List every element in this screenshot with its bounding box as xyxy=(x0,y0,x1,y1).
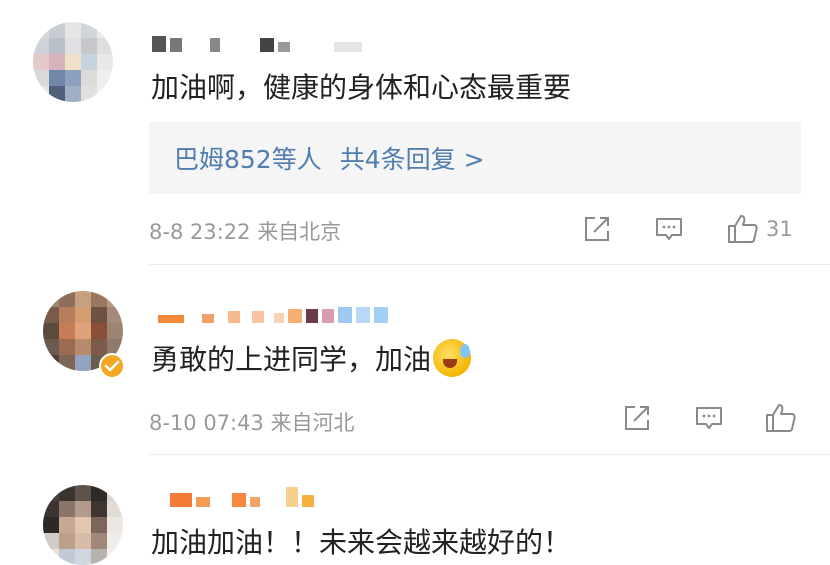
like-button[interactable] xyxy=(764,402,798,434)
username-redacted[interactable] xyxy=(170,485,314,507)
share-icon xyxy=(625,406,649,430)
comment-text-content: 勇敢的上进同学，加油 xyxy=(151,343,432,376)
comment-text: 加油加油！！未来会越来越好的！ xyxy=(151,526,572,559)
comment-item: 勇敢的上进同学，加油 8-10 07:43 来自河北 xyxy=(0,265,830,455)
replies-count-link[interactable]: 共4条回复 > xyxy=(340,140,485,176)
comment-icon xyxy=(656,218,682,240)
comment-button[interactable] xyxy=(654,214,684,244)
comment-source: 来自北京 xyxy=(257,220,342,244)
avatar[interactable] xyxy=(43,485,123,565)
comment-date: 8-8 23:22 xyxy=(149,220,251,244)
like-thumb-icon xyxy=(766,404,796,432)
comment-source: 来自河北 xyxy=(270,411,355,435)
comment-icon xyxy=(696,407,722,429)
like-count: 31 xyxy=(766,217,793,241)
comment-text: 勇敢的上进同学，加油 xyxy=(151,339,472,380)
comment-date: 8-10 07:43 xyxy=(149,411,264,435)
comment-item: 加油加油！！未来会越来越好的！ xyxy=(0,455,830,565)
comment-meta: 8-10 07:43 来自河北 xyxy=(149,407,355,437)
share-button[interactable] xyxy=(622,403,652,433)
comment-actions: 31 xyxy=(582,213,793,245)
crying-laughing-emoji xyxy=(433,339,472,377)
comment-actions xyxy=(622,402,798,434)
replies-summary[interactable]: 巴姆852等人 共4条回复 > xyxy=(149,122,801,194)
share-button[interactable] xyxy=(582,214,612,244)
comment-button[interactable] xyxy=(694,403,724,433)
comment-item: 加油啊，健康的身体和心态最重要 巴姆852等人 共4条回复 > 8-8 23:2… xyxy=(0,0,830,265)
like-thumb-icon xyxy=(728,215,758,243)
replies-names[interactable]: 巴姆852等人 xyxy=(174,140,322,176)
username-redacted[interactable] xyxy=(158,301,388,323)
like-button[interactable]: 31 xyxy=(726,213,793,245)
comment-text: 加油啊，健康的身体和心态最重要 xyxy=(151,71,572,104)
verified-badge-icon xyxy=(99,353,125,379)
comment-meta: 8-8 23:22 来自北京 xyxy=(149,216,341,246)
avatar[interactable] xyxy=(33,22,113,102)
share-icon xyxy=(585,217,609,241)
username-redacted[interactable] xyxy=(152,30,362,52)
